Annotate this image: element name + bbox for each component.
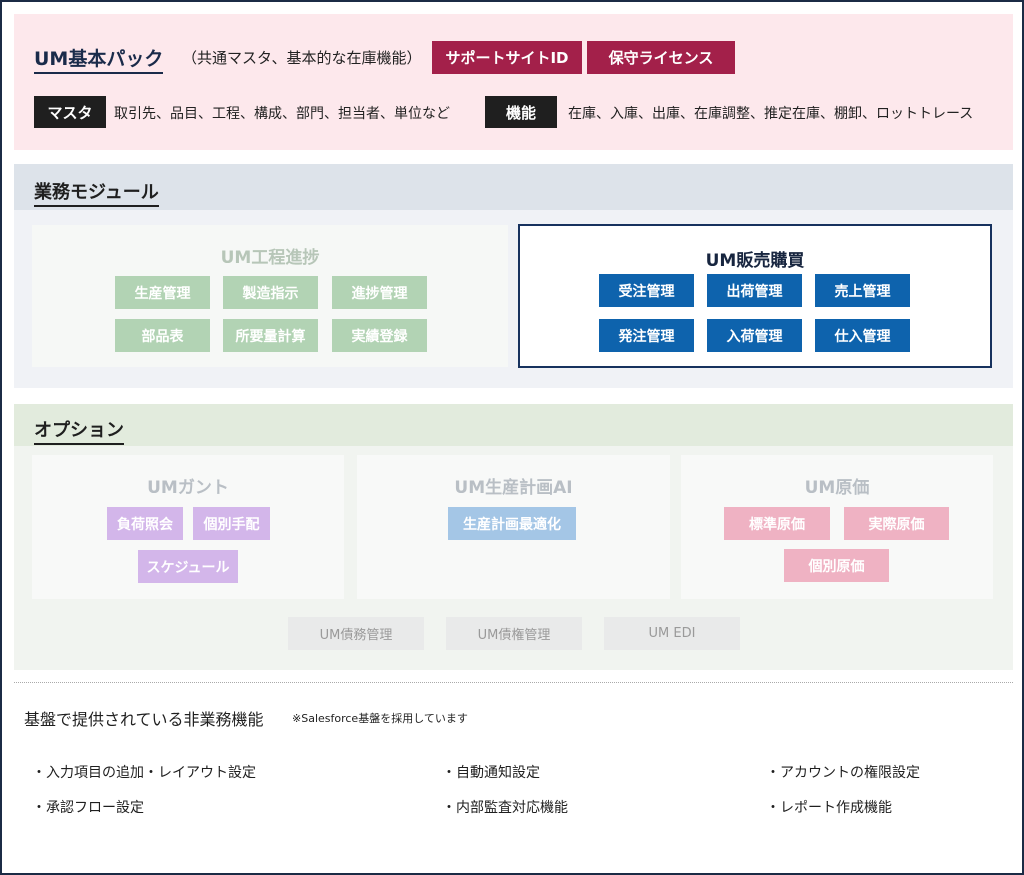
cost-title: UM原価 [804,478,870,498]
sales-module-panel: UM販売購買 受注管理 出荷管理 売上管理 発注管理 入荷管理 仕入管理 [518,224,992,368]
process-module-title: UM工程進捗 [220,248,320,268]
process-module-panel: UM工程進捗 生産管理 製造指示 進捗管理 部品表 所要量計算 実績登録 [32,225,508,367]
sales-chip: 仕入管理 [815,319,910,352]
process-chip: 所要量計算 [223,319,318,352]
ai-chip: 生産計画最適化 [448,507,576,540]
sales-chip: 受注管理 [599,274,694,307]
function-label: 機能 [485,96,557,128]
section-divider [14,682,1013,683]
sales-chip: 入荷管理 [707,319,802,352]
diagram-frame: UM基本パック （共通マスタ、基本的な在庫機能） サポートサイトID 保守ライセ… [0,0,1024,875]
extra-option-box: UM債務管理 [288,617,424,650]
cost-chip: 標準原価 [724,507,830,540]
options-header: オプション [14,404,1013,446]
gantt-panel: UMガント 負荷照会 個別手配 スケジュール [32,455,344,599]
infra-feature: ・レポート作成機能 [766,800,892,816]
basic-pack-subtitle: （共通マスタ、基本的な在庫機能） [182,49,422,67]
basic-pack-title: UM基本パック [34,44,164,74]
extra-option-box: UM債権管理 [446,617,582,650]
maintenance-license-badge: 保守ライセンス [587,41,735,74]
options-title: オプション [34,416,124,445]
cost-chip: 実際原価 [844,507,949,540]
infra-title: 基盤で提供されている非業務機能 [24,710,264,729]
sales-chip: 売上管理 [815,274,910,307]
master-label: マスタ [34,96,106,128]
gantt-chip: スケジュール [138,550,238,583]
support-site-id-badge: サポートサイトID [432,41,582,74]
ai-title: UM生産計画AI [454,478,573,498]
infra-feature: ・内部監査対応機能 [442,800,568,816]
infra-feature: ・アカウントの権限設定 [766,765,920,781]
gantt-title: UMガント [147,478,229,498]
cost-panel: UM原価 標準原価 実際原価 個別原価 [681,455,993,599]
function-items: 在庫、入庫、出庫、在庫調整、推定在庫、棚卸、ロットトレース [568,106,974,122]
infra-feature: ・承認フロー設定 [32,800,144,816]
master-items: 取引先、品目、工程、構成、部門、担当者、単位など [114,106,450,122]
sales-module-title: UM販売購買 [705,251,805,271]
extra-option-box: UM EDI [604,617,740,650]
process-chip: 生産管理 [115,276,210,309]
process-chip: 進捗管理 [332,276,427,309]
ai-panel: UM生産計画AI 生産計画最適化 [357,455,670,599]
process-chip: 部品表 [115,319,210,352]
business-modules-header: 業務モジュール [14,164,1013,210]
infra-note: ※Salesforce基盤を採用しています [292,712,468,725]
cost-chip: 個別原価 [784,549,889,582]
sales-chip: 発注管理 [599,319,694,352]
infra-feature: ・入力項目の追加・レイアウト設定 [32,765,256,781]
gantt-chip: 負荷照会 [107,507,183,540]
gantt-chip: 個別手配 [193,507,270,540]
infra-feature: ・自動通知設定 [442,765,540,781]
sales-chip: 出荷管理 [707,274,802,307]
process-chip: 実績登録 [332,319,427,352]
business-modules-title: 業務モジュール [34,178,159,207]
process-chip: 製造指示 [223,276,318,309]
basic-pack-section: UM基本パック （共通マスタ、基本的な在庫機能） サポートサイトID 保守ライセ… [14,14,1013,150]
